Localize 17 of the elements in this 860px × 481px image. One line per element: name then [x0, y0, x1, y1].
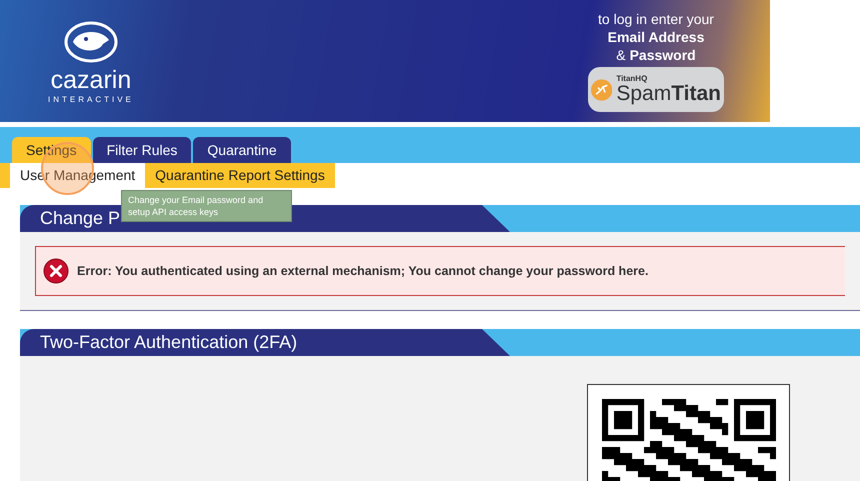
bird-logo-icon — [62, 20, 119, 64]
login-field: Password — [630, 46, 696, 64]
login-field: Email Address — [608, 28, 704, 46]
vendor-name: TitanHQ — [616, 75, 648, 83]
panel-title: Two-Factor Authentication (2FA) — [39, 332, 298, 352]
tab[interactable]: Settings — [12, 137, 91, 163]
tab[interactable]: Filter Rules — [92, 137, 192, 163]
brand-name: cazarin — [50, 66, 132, 94]
tab[interactable]: Quarantine — [193, 137, 291, 163]
login-hint: to log in enter your — [598, 10, 714, 28]
login-joiner: & — [616, 46, 626, 64]
panel-title: Change P — [39, 208, 120, 228]
tooltip: Change your Email password and setup API access keys — [121, 190, 292, 222]
error-icon — [43, 258, 69, 284]
product-name: SpamTitan — [616, 83, 721, 104]
error-message: Error: You authenticated using an external mechanism; You cannot change your password here. — [77, 262, 648, 280]
brand-subtitle: INTERACTIVE — [48, 94, 134, 106]
